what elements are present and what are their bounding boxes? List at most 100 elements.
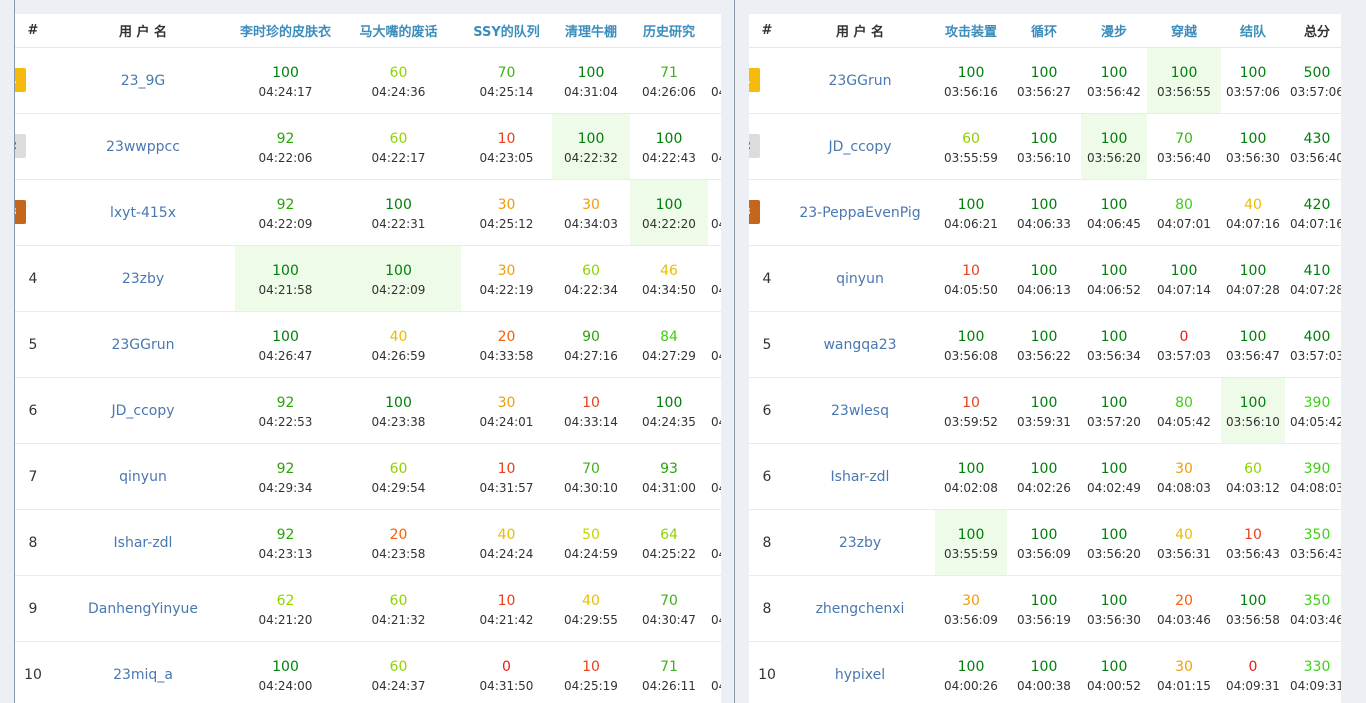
header-problem-3[interactable]: SSY的队列 [461, 14, 552, 48]
problem-score-cell[interactable]: 100 03:56:19 [1007, 575, 1081, 642]
problem-score-cell[interactable]: 30 04:08:03 [1147, 443, 1221, 510]
problem-score-cell[interactable]: 30 04:34:03 [552, 179, 630, 246]
problem-score-cell[interactable]: 100 03:56:27 [1007, 47, 1081, 114]
problem-score-cell[interactable]: 70 03:56:40 [1147, 113, 1221, 180]
header-problem-4[interactable]: 穿越 [1147, 14, 1221, 48]
username-link[interactable]: Ishar-zdl [831, 469, 890, 485]
problem-score-cell[interactable]: 100 03:56:20 [1081, 509, 1147, 576]
username-link[interactable]: wangqa23 [823, 337, 896, 353]
problem-score-cell[interactable]: 60 03:55:59 [935, 113, 1007, 180]
problem-score-cell[interactable]: 60 04:21:32 [336, 575, 461, 642]
problem-score-cell[interactable]: 46 04:34:50 [630, 245, 708, 312]
header-problem-2[interactable]: 马大嘴的废话 [336, 14, 461, 48]
problem-score-cell[interactable]: 20 04:23:58 [336, 509, 461, 576]
username-link[interactable]: JD_ccopy [828, 139, 891, 155]
problem-score-cell[interactable]: 40 03:56:31 [1147, 509, 1221, 576]
problem-score-cell[interactable]: 100 04:24:17 [235, 47, 336, 114]
problem-score-cell[interactable]: 100 04:00:26 [935, 641, 1007, 703]
problem-score-cell[interactable]: 100 04:22:43 [630, 113, 708, 180]
problem-score-cell[interactable]: 100 03:56:10 [1007, 113, 1081, 180]
problem-score-cell[interactable]: 0 04:09:31 [1221, 641, 1285, 703]
username-link[interactable]: 23zby [839, 535, 881, 551]
problem-score-cell[interactable]: 100 03:56:08 [935, 311, 1007, 378]
problem-score-cell[interactable]: 92 04:22:53 [235, 377, 336, 444]
problem-score-cell[interactable]: 92 04:22:06 [235, 113, 336, 180]
problem-score-cell[interactable]: 92 04:23:13 [235, 509, 336, 576]
problem-score-cell[interactable]: 93 04:31:00 [630, 443, 708, 510]
problem-score-cell[interactable]: 60 04:24:36 [336, 47, 461, 114]
problem-score-cell[interactable]: 100 04:02:08 [935, 443, 1007, 510]
problem-score-cell[interactable]: 100 03:56:16 [935, 47, 1007, 114]
problem-score-cell[interactable]: 100 04:06:33 [1007, 179, 1081, 246]
problem-score-cell[interactable]: 40 04:24:24 [461, 509, 552, 576]
problem-score-cell[interactable]: 100 04:31:04 [552, 47, 630, 114]
problem-score-cell[interactable]: 100 04:06:21 [935, 179, 1007, 246]
header-problem-3[interactable]: 漫步 [1081, 14, 1147, 48]
problem-score-cell[interactable]: 10 03:56:43 [1221, 509, 1285, 576]
problem-score-cell[interactable]: 60 04:24:37 [336, 641, 461, 703]
username-link[interactable]: 23-PeppaEvenPig [799, 205, 920, 221]
username-link[interactable]: JD_ccopy [111, 403, 174, 419]
problem-score-cell[interactable]: 30 04:24:01 [461, 377, 552, 444]
problem-score-cell[interactable]: 100 04:26:47 [235, 311, 336, 378]
problem-score-cell[interactable]: 100 03:55:59 [935, 509, 1007, 576]
username-link[interactable]: 23miq_a [113, 667, 173, 683]
problem-score-cell[interactable]: 0 03:57:03 [1147, 311, 1221, 378]
problem-score-cell[interactable]: 0 04:31:50 [461, 641, 552, 703]
header-problem-5[interactable]: 结队 [1221, 14, 1285, 48]
problem-score-cell[interactable]: 62 04:21:20 [235, 575, 336, 642]
problem-score-cell[interactable]: 100 04:02:26 [1007, 443, 1081, 510]
problem-score-cell[interactable]: 71 04:26:06 [630, 47, 708, 114]
problem-score-cell[interactable]: 80 04:05:42 [1147, 377, 1221, 444]
problem-score-cell[interactable]: 20 04:33:58 [461, 311, 552, 378]
username-link[interactable]: Ishar-zdl [114, 535, 173, 551]
problem-score-cell[interactable]: 100 04:06:52 [1081, 245, 1147, 312]
problem-score-cell[interactable]: 100 03:56:10 [1221, 377, 1285, 444]
problem-score-cell[interactable]: 100 03:56:47 [1221, 311, 1285, 378]
username-link[interactable]: 23wwppcc [106, 139, 180, 155]
problem-score-cell[interactable]: 70 04:30:47 [630, 575, 708, 642]
problem-score-cell[interactable]: 64 04:25:22 [630, 509, 708, 576]
problem-score-cell[interactable]: 60 04:22:34 [552, 245, 630, 312]
problem-score-cell[interactable]: 92 04:29:34 [235, 443, 336, 510]
problem-score-cell[interactable]: 100 04:24:35 [630, 377, 708, 444]
problem-score-cell[interactable]: 100 03:56:58 [1221, 575, 1285, 642]
problem-score-cell[interactable]: 40 04:07:16 [1221, 179, 1285, 246]
problem-score-cell[interactable]: 100 03:56:20 [1081, 113, 1147, 180]
problem-score-cell[interactable]: 100 03:57:06 [1221, 47, 1285, 114]
problem-score-cell[interactable]: 100 03:56:30 [1081, 575, 1147, 642]
problem-score-cell[interactable]: 40 04:26:59 [336, 311, 461, 378]
problem-score-cell[interactable]: 100 04:00:38 [1007, 641, 1081, 703]
username-link[interactable]: 23_9G [121, 73, 166, 89]
problem-score-cell[interactable]: 30 04:25:12 [461, 179, 552, 246]
header-problem-1[interactable]: 攻击装置 [935, 14, 1007, 48]
username-link[interactable]: DanhengYinyue [88, 601, 198, 617]
problem-score-cell[interactable]: 100 03:57:20 [1081, 377, 1147, 444]
problem-score-cell[interactable]: 100 04:22:09 [336, 245, 461, 312]
problem-score-cell[interactable]: 100 04:22:20 [630, 179, 708, 246]
problem-score-cell[interactable]: 100 04:06:45 [1081, 179, 1147, 246]
problem-score-cell[interactable]: 10 04:23:05 [461, 113, 552, 180]
problem-score-cell[interactable]: 100 04:22:32 [552, 113, 630, 180]
problem-score-cell[interactable]: 100 03:56:09 [1007, 509, 1081, 576]
problem-score-cell[interactable]: 30 03:56:09 [935, 575, 1007, 642]
problem-score-cell[interactable]: 84 04:27:29 [630, 311, 708, 378]
username-link[interactable]: lxyt-415x [110, 205, 176, 221]
problem-score-cell[interactable]: 71 04:26:11 [630, 641, 708, 703]
problem-score-cell[interactable]: 100 03:56:34 [1081, 311, 1147, 378]
problem-score-cell[interactable]: 80 04:07:01 [1147, 179, 1221, 246]
problem-score-cell[interactable]: 100 04:07:14 [1147, 245, 1221, 312]
problem-score-cell[interactable]: 100 04:02:49 [1081, 443, 1147, 510]
problem-score-cell[interactable]: 100 04:21:58 [235, 245, 336, 312]
problem-score-cell[interactable]: 100 04:23:38 [336, 377, 461, 444]
problem-score-cell[interactable]: 60 04:22:17 [336, 113, 461, 180]
username-link[interactable]: qinyun [836, 271, 884, 287]
problem-score-cell[interactable]: 100 04:07:28 [1221, 245, 1285, 312]
problem-score-cell[interactable]: 10 04:31:57 [461, 443, 552, 510]
problem-score-cell[interactable]: 10 04:21:42 [461, 575, 552, 642]
problem-score-cell[interactable]: 100 03:56:30 [1221, 113, 1285, 180]
problem-score-cell[interactable]: 100 03:59:31 [1007, 377, 1081, 444]
problem-score-cell[interactable]: 10 03:59:52 [935, 377, 1007, 444]
problem-score-cell[interactable]: 92 04:22:09 [235, 179, 336, 246]
problem-score-cell[interactable]: 100 04:00:52 [1081, 641, 1147, 703]
